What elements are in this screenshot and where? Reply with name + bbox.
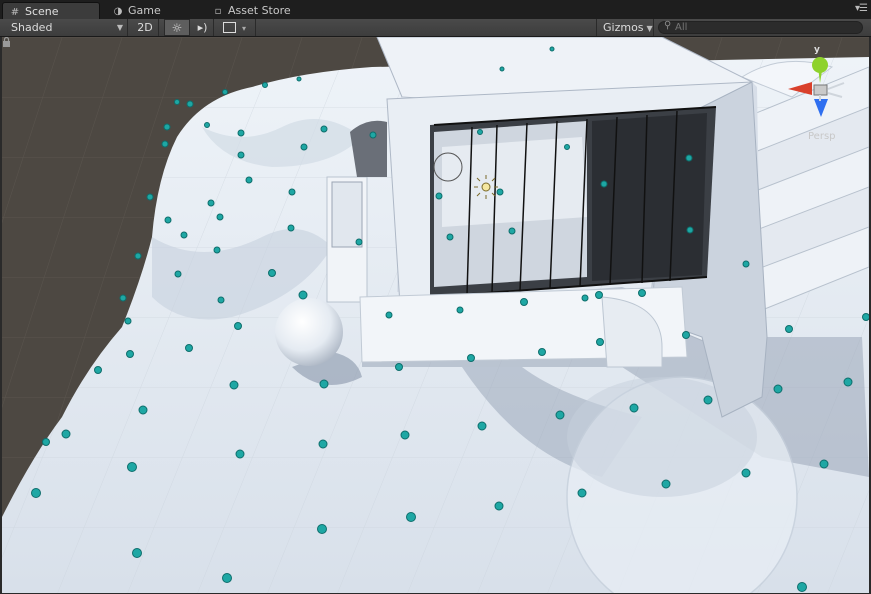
scene-viewport[interactable]: y Persp (2, 37, 869, 593)
lock-icon[interactable] (2, 37, 11, 47)
chevron-down-icon: ▼ (646, 24, 653, 33)
projection-label[interactable]: Persp (808, 131, 836, 142)
sphere-object (275, 298, 343, 366)
editor-tab-bar: # Scene ◑ Game ▫ Asset Store ▾☰ (0, 0, 871, 20)
gizmo-center-cube[interactable] (813, 84, 828, 96)
hierarchy-search[interactable]: ⚲ (658, 20, 863, 34)
tab-asset-store[interactable]: ▫ Asset Store (206, 2, 316, 19)
speaker-icon: ▸) (197, 21, 208, 34)
gizmos-dropdown[interactable]: Gizmos ▼ (596, 19, 654, 36)
gizmo-y-cone[interactable] (812, 57, 828, 73)
tab-game-label: Game (128, 4, 161, 17)
shading-mode-dropdown[interactable]: Shaded ▼ (4, 19, 128, 36)
search-icon: ⚲ (664, 20, 672, 31)
gizmo-y-label: y (814, 45, 820, 55)
sun-icon: ☼ (171, 21, 183, 35)
ramp-panel (331, 181, 363, 248)
shading-mode-label: Shaded (11, 21, 53, 34)
pacman-icon: ◑ (113, 6, 123, 17)
chevron-down-icon: ▼ (116, 23, 123, 32)
light-gizmo-icon (474, 175, 498, 199)
lock-bag-icon: ▫ (214, 6, 222, 17)
scene-lighting-toggle[interactable]: ☼ (164, 19, 190, 36)
scene-render (2, 37, 869, 593)
scene-toolbar: Shaded ▼ 2D ☼ ▸) ▾ Gizmos ▼ ⚲ (0, 19, 871, 37)
glass-window (429, 106, 717, 298)
toggle-2d-button[interactable]: 2D (132, 19, 159, 36)
chevron-down-icon: ▾ (242, 24, 247, 33)
gizmos-label: Gizmos (603, 21, 644, 34)
tab-game[interactable]: ◑ Game (106, 2, 202, 19)
scene-audio-toggle[interactable]: ▸) (192, 19, 214, 36)
image-icon (223, 21, 236, 33)
tab-asset-store-label: Asset Store (228, 4, 291, 17)
tab-scene[interactable]: # Scene (2, 2, 100, 19)
panel-menu-icon[interactable]: ▾☰ (855, 3, 868, 14)
search-input[interactable] (675, 21, 855, 34)
scene-effects-dropdown[interactable]: ▾ (218, 19, 256, 36)
tab-scene-label: Scene (25, 5, 59, 18)
